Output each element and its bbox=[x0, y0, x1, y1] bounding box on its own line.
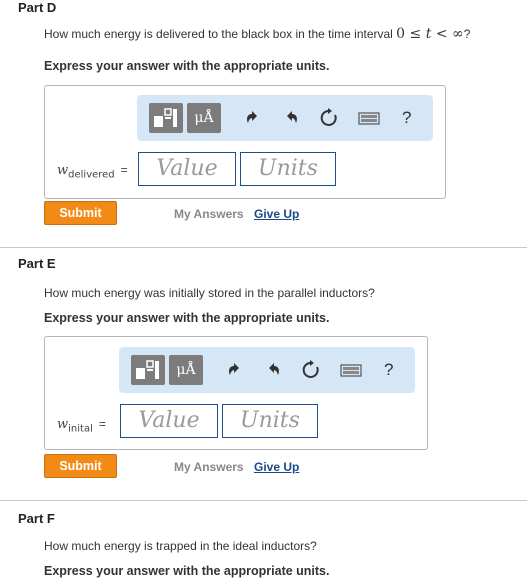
part-d-units-input[interactable]: Units bbox=[240, 152, 336, 186]
part-d-give-up-link[interactable]: Give Up bbox=[254, 207, 299, 221]
part-e-units-input[interactable]: Units bbox=[222, 404, 318, 438]
reset-icon[interactable] bbox=[319, 108, 339, 128]
keyboard-icon[interactable] bbox=[358, 108, 380, 128]
templates-icon[interactable] bbox=[131, 355, 165, 385]
undo-icon[interactable] bbox=[243, 108, 263, 128]
part-e-give-up-link[interactable]: Give Up bbox=[254, 460, 299, 474]
part-d-math-toolbar: μÅ ? bbox=[137, 95, 433, 141]
help-icon[interactable]: ? bbox=[402, 108, 411, 128]
part-e-answer-box: μÅ ? winital = Value Units bbox=[44, 336, 428, 450]
part-f-title: Part F bbox=[18, 511, 55, 526]
divider bbox=[0, 500, 527, 501]
part-d-variable-label: wdelivered = bbox=[57, 163, 128, 181]
part-e-question: How much energy was initially stored in … bbox=[44, 286, 375, 300]
reset-icon[interactable] bbox=[301, 360, 321, 380]
units-icon[interactable]: μÅ bbox=[169, 355, 203, 385]
part-d-question: How much energy is delivered to the blac… bbox=[44, 26, 471, 42]
part-e-math-toolbar: μÅ ? bbox=[119, 347, 415, 393]
part-d-value-input[interactable]: Value bbox=[138, 152, 236, 186]
units-icon[interactable]: μÅ bbox=[187, 103, 221, 133]
redo-icon[interactable] bbox=[263, 360, 283, 380]
templates-icon[interactable] bbox=[149, 103, 183, 133]
part-f-instruction: Express your answer with the appropriate… bbox=[44, 564, 330, 578]
undo-icon[interactable] bbox=[225, 360, 245, 380]
part-d-answer-box: μÅ ? wdelivered = Value Units bbox=[44, 85, 446, 199]
part-d-my-answers-link[interactable]: My Answers bbox=[174, 207, 244, 221]
part-e-variable-label: winital = bbox=[57, 417, 106, 435]
part-e-submit-button[interactable]: Submit bbox=[44, 454, 117, 478]
part-e-instruction: Express your answer with the appropriate… bbox=[44, 311, 330, 325]
part-d: Part D How much energy is delivered to t… bbox=[0, 0, 527, 240]
part-d-instruction: Express your answer with the appropriate… bbox=[44, 59, 330, 73]
help-icon[interactable]: ? bbox=[384, 360, 393, 380]
divider bbox=[0, 247, 527, 248]
redo-icon[interactable] bbox=[281, 108, 301, 128]
part-e-title: Part E bbox=[18, 256, 56, 271]
keyboard-icon[interactable] bbox=[340, 360, 362, 380]
part-d-title: Part D bbox=[18, 0, 57, 15]
part-f-question: How much energy is trapped in the ideal … bbox=[44, 539, 317, 553]
part-d-submit-button[interactable]: Submit bbox=[44, 201, 117, 225]
part-e-value-input[interactable]: Value bbox=[120, 404, 218, 438]
part-e: Part E How much energy was initially sto… bbox=[0, 256, 527, 496]
part-e-my-answers-link[interactable]: My Answers bbox=[174, 460, 244, 474]
part-f: Part F How much energy is trapped in the… bbox=[0, 509, 527, 580]
time-interval-math: 0 ≤ t < ∞ bbox=[396, 26, 464, 42]
